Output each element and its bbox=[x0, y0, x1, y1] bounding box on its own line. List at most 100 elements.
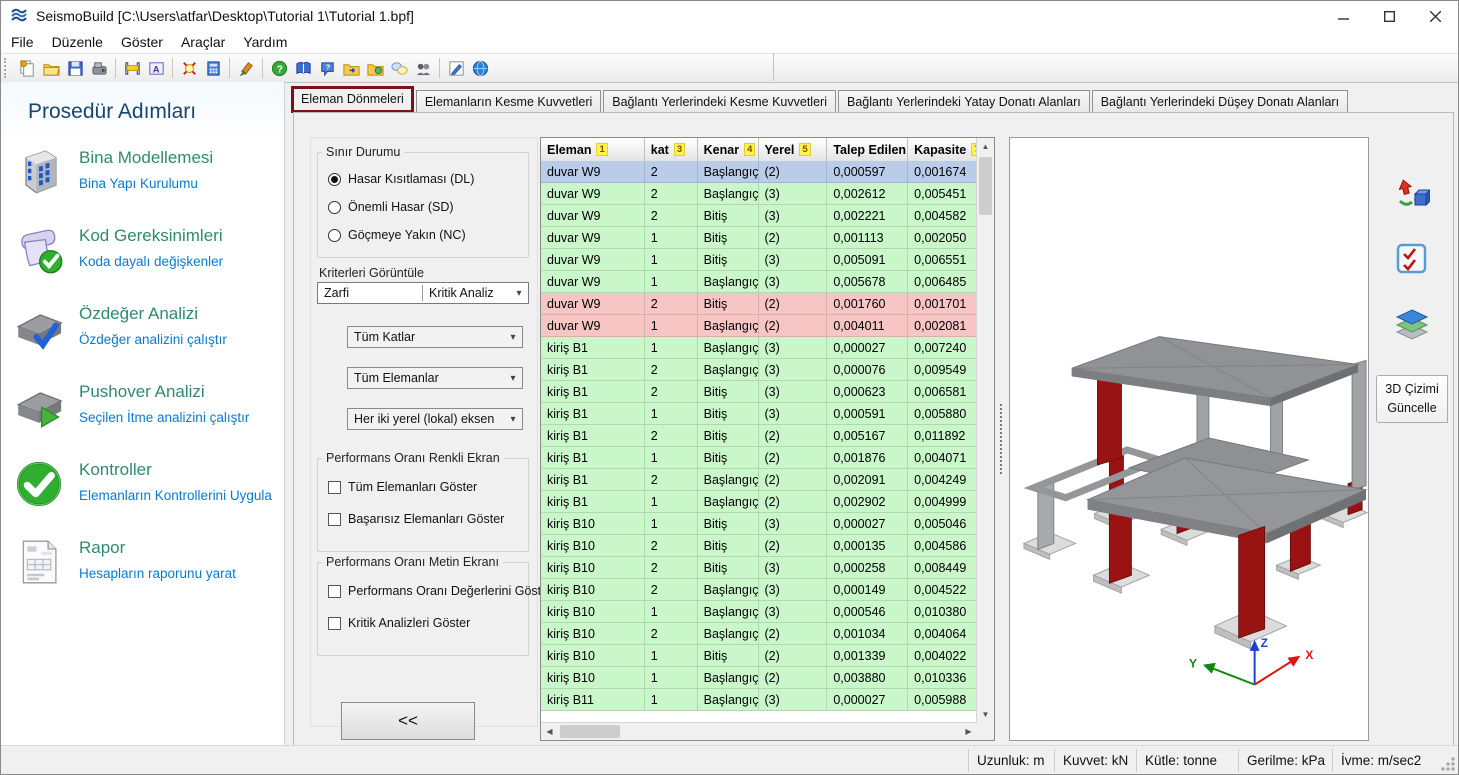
limit-state-radio-1[interactable]: Önemli Hasar (SD) bbox=[328, 199, 454, 215]
table-row-18[interactable]: kiriş B102Bitiş(3)0,0002580,008449 bbox=[541, 557, 977, 579]
color-display-checkbox-0[interactable]: Tüm Elemanları Göster bbox=[328, 479, 477, 495]
table-row-15[interactable]: kiriş B11Başlangıç(2)0,0029020,004999 bbox=[541, 491, 977, 513]
filter-dropdown-2[interactable]: Her iki yerel (lokal) eksen▾ bbox=[347, 408, 523, 430]
table-cell: kiriş B1 bbox=[541, 447, 645, 469]
table-row-5[interactable]: duvar W91Başlangıç(3)0,0056780,006485 bbox=[541, 271, 977, 293]
maximize-button[interactable] bbox=[1366, 1, 1412, 31]
rename-dialog-icon[interactable]: A bbox=[144, 57, 168, 79]
deformed-shape-icon[interactable] bbox=[1390, 173, 1434, 217]
menu-item-0[interactable]: File bbox=[1, 33, 43, 51]
tab-4[interactable]: Bağlantı Yerlerindeki Düşey Donatı Alanl… bbox=[1092, 90, 1348, 112]
limit-state-radio-2[interactable]: Göçmeye Yakın (NC) bbox=[328, 227, 466, 243]
checks-list-icon[interactable] bbox=[1390, 237, 1434, 281]
frame-window-icon[interactable] bbox=[120, 57, 144, 79]
minimize-button[interactable] bbox=[1320, 1, 1366, 31]
table-row-9[interactable]: kiriş B12Başlangıç(3)0,0000760,009549 bbox=[541, 359, 977, 381]
scroll-up-icon[interactable]: ▲ bbox=[977, 138, 994, 155]
table-row-23[interactable]: kiriş B101Başlangıç(2)0,0038800,010336 bbox=[541, 667, 977, 689]
limit-state-radio-0[interactable]: Hasar Kısıtlaması (DL) bbox=[328, 171, 474, 187]
table-row-7[interactable]: duvar W91Başlangıç(2)0,0040110,002081 bbox=[541, 315, 977, 337]
table-row-10[interactable]: kiriş B12Bitiş(3)0,0006230,006581 bbox=[541, 381, 977, 403]
tab-0[interactable]: Eleman Dönmeleri bbox=[291, 86, 414, 113]
folder-import-icon[interactable] bbox=[339, 57, 363, 79]
collapse-panel-button[interactable]: << bbox=[341, 702, 475, 740]
close-button[interactable] bbox=[1412, 1, 1458, 31]
table-row-2[interactable]: duvar W92Bitiş(3)0,0022210,004582 bbox=[541, 205, 977, 227]
table-viewer-splitter[interactable] bbox=[997, 137, 1007, 741]
globe-icon[interactable] bbox=[468, 57, 492, 79]
filter-dropdown-1[interactable]: Tüm Elemanlar▾ bbox=[347, 367, 523, 389]
help-icon[interactable]: ? bbox=[267, 57, 291, 79]
resize-grip[interactable] bbox=[1440, 756, 1456, 772]
menu-item-2[interactable]: Göster bbox=[112, 33, 172, 51]
calculator-icon[interactable] bbox=[201, 57, 225, 79]
menu-item-3[interactable]: Araçlar bbox=[172, 33, 234, 51]
tab-2[interactable]: Bağlantı Yerlerindeki Kesme Kuvvetleri bbox=[603, 90, 836, 112]
sidebar-item-3[interactable]: Pushover AnaliziSeçilen İtme analizini ç… bbox=[1, 378, 284, 450]
vertical-scroll-thumb[interactable] bbox=[979, 157, 992, 215]
text-display-checkbox-1[interactable]: Kritik Analizleri Göster bbox=[328, 615, 470, 631]
table-row-13[interactable]: kiriş B11Bitiş(2)0,0018760,004071 bbox=[541, 447, 977, 469]
paintbrush-icon[interactable] bbox=[234, 57, 258, 79]
table-row-11[interactable]: kiriş B11Bitiş(3)0,0005910,005880 bbox=[541, 403, 977, 425]
update-3d-drawing-button[interactable]: 3D Çizimi Güncelle bbox=[1376, 375, 1448, 423]
color-display-checkbox-1[interactable]: Başarısız Elemanları Göster bbox=[328, 511, 504, 527]
table-row-1[interactable]: duvar W92Başlangıç(3)0,0026120,005451 bbox=[541, 183, 977, 205]
column-header-1[interactable]: kat3 bbox=[645, 138, 698, 161]
scroll-down-icon[interactable]: ▼ bbox=[977, 706, 994, 723]
model-view-icon[interactable] bbox=[177, 57, 201, 79]
table-row-24[interactable]: kiriş B111Başlangıç(3)0,0000270,005988 bbox=[541, 689, 977, 711]
table-row-20[interactable]: kiriş B101Başlangıç(3)0,0005460,010380 bbox=[541, 601, 977, 623]
help-book-icon[interactable] bbox=[291, 57, 315, 79]
table-row-19[interactable]: kiriş B102Başlangıç(3)0,0001490,004522 bbox=[541, 579, 977, 601]
comments-icon[interactable] bbox=[387, 57, 411, 79]
label-icon[interactable] bbox=[87, 57, 111, 79]
scroll-left-icon[interactable]: ◀ bbox=[541, 723, 558, 740]
table-row-14[interactable]: kiriş B12Başlangıç(2)0,0020910,004249 bbox=[541, 469, 977, 491]
table-row-12[interactable]: kiriş B12Bitiş(2)0,0051670,011892 bbox=[541, 425, 977, 447]
column-header-0[interactable]: Eleman1 bbox=[541, 138, 645, 161]
scroll-right-icon[interactable]: ▶ bbox=[960, 723, 977, 740]
sidebar-item-0[interactable]: Bina ModellemesiBina Yapı Kurulumu bbox=[1, 144, 284, 216]
table-vertical-scrollbar[interactable]: ▲ ▼ bbox=[976, 138, 994, 723]
table-row-3[interactable]: duvar W91Bitiş(2)0,0011130,002050 bbox=[541, 227, 977, 249]
folder-export-icon[interactable] bbox=[363, 57, 387, 79]
column-header-5[interactable]: Kapasite7 bbox=[908, 138, 977, 161]
table-row-0[interactable]: duvar W92Başlangıç(2)0,0005970,001674 bbox=[541, 161, 977, 183]
people-icon[interactable] bbox=[411, 57, 435, 79]
model-3d-viewport[interactable]: Z X Y bbox=[1009, 137, 1369, 741]
sidebar-item-5[interactable]: RaporHesapların raporunu yarat bbox=[1, 534, 284, 606]
sidebar-item-2[interactable]: Özdeğer AnaliziÖzdeğer analizini çalıştı… bbox=[1, 300, 284, 372]
table-row-4[interactable]: duvar W91Bitiş(3)0,0050910,006551 bbox=[541, 249, 977, 271]
filter-dropdown-0[interactable]: Tüm Katlar▾ bbox=[347, 326, 523, 348]
table-cell: 0,004011 bbox=[827, 315, 908, 337]
edit-note-icon[interactable] bbox=[444, 57, 468, 79]
table-horizontal-scrollbar[interactable]: ◀ ▶ bbox=[541, 722, 977, 740]
context-help-icon[interactable]: ? bbox=[315, 57, 339, 79]
pushover-icon bbox=[13, 380, 65, 432]
sidebar-item-4[interactable]: KontrollerElemanların Kontrollerini Uygu… bbox=[1, 456, 284, 528]
table-row-17[interactable]: kiriş B102Bitiş(2)0,0001350,004586 bbox=[541, 535, 977, 557]
sidebar-item-1[interactable]: Kod GereksinimleriKoda dayalı değişkenle… bbox=[1, 222, 284, 294]
table-row-22[interactable]: kiriş B101Bitiş(2)0,0013390,004022 bbox=[541, 645, 977, 667]
menu-item-4[interactable]: Yardım bbox=[234, 33, 296, 51]
table-row-8[interactable]: kiriş B11Başlangıç(3)0,0000270,007240 bbox=[541, 337, 977, 359]
layers-icon[interactable] bbox=[1390, 301, 1434, 345]
column-header-4[interactable]: Talep Edilen6 bbox=[827, 138, 908, 161]
menu-item-1[interactable]: Düzenle bbox=[43, 33, 112, 51]
column-header-2[interactable]: Kenar4 bbox=[698, 138, 759, 161]
new-file-icon[interactable] bbox=[15, 57, 39, 79]
toolbar-grip[interactable] bbox=[4, 58, 11, 78]
table-row-21[interactable]: kiriş B102Başlangıç(2)0,0010340,004064 bbox=[541, 623, 977, 645]
table-row-16[interactable]: kiriş B101Bitiş(3)0,0000270,005046 bbox=[541, 513, 977, 535]
tab-1[interactable]: Elemanların Kesme Kuvvetleri bbox=[416, 90, 601, 112]
text-display-checkbox-0[interactable]: Performans Oranı Değerlerini Göster bbox=[328, 583, 552, 599]
horizontal-scroll-thumb[interactable] bbox=[560, 725, 620, 738]
tab-3[interactable]: Bağlantı Yerlerindeki Yatay Donatı Alanl… bbox=[838, 90, 1090, 112]
table-cell: kiriş B10 bbox=[541, 557, 645, 579]
column-header-3[interactable]: Yerel5 bbox=[759, 138, 828, 161]
save-icon[interactable] bbox=[63, 57, 87, 79]
open-folder-icon[interactable] bbox=[39, 57, 63, 79]
envelope-combo[interactable]: Zarfi Kritik Analiz ▾ bbox=[317, 282, 529, 304]
table-row-6[interactable]: duvar W92Bitiş(2)0,0017600,001701 bbox=[541, 293, 977, 315]
